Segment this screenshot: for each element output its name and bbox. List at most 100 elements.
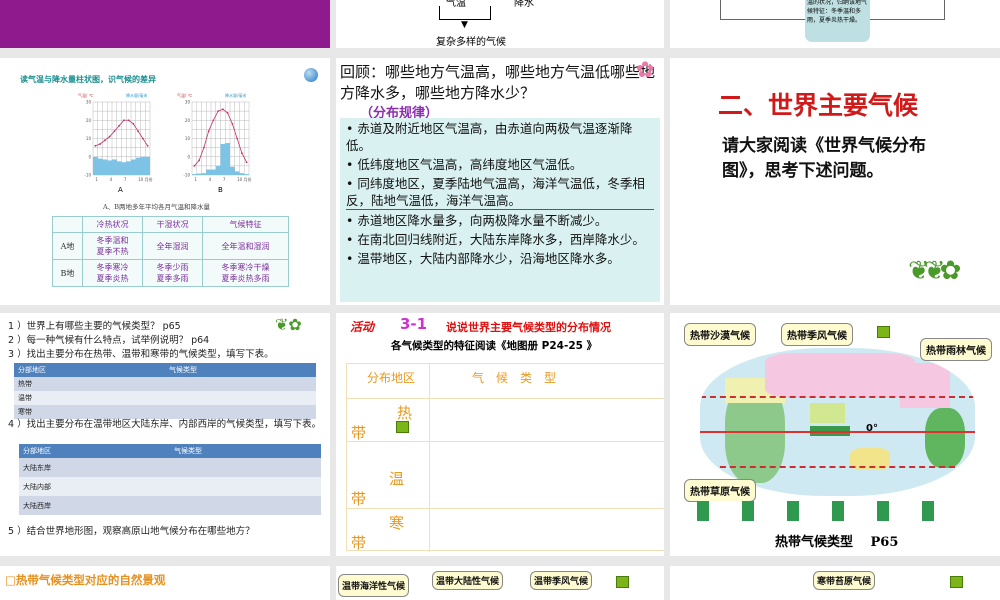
bullet: 在南北回归线附近，大陆东岸降水多，西岸降水少。	[346, 231, 654, 248]
temp-point	[207, 130, 210, 133]
temp-point	[118, 124, 121, 127]
zone-suffix: 带	[351, 424, 367, 442]
activity-title: 说说世界主要气候类型的分布情况	[446, 321, 611, 334]
slide-thumb-5[interactable]: 回顾：哪些地方气温高，哪些地方气温低哪些地方降水多，哪些地方降水少？ ✿ （分布…	[336, 58, 664, 305]
precip-bar	[220, 143, 226, 175]
row-head: B地	[52, 259, 83, 287]
tick-label: 10	[86, 136, 92, 141]
th: 气候类型	[169, 366, 197, 374]
x-tick-label: 10 月份	[138, 176, 152, 182]
slide-thumb-1[interactable]	[0, 0, 330, 48]
precip-bar	[196, 173, 202, 175]
bubble-continental: 温带大陆性气候	[432, 571, 504, 590]
question-2: 2 ）每一种气候有什么特点，试举例说明？ p64	[8, 335, 210, 346]
temp-point	[212, 119, 215, 122]
slide-thumb-10[interactable]: □热带气候类型对应的自然景观	[0, 566, 330, 600]
slide-title: □热带气候类型对应的自然景观	[5, 573, 166, 587]
chart-caption: A、B两地多年平均各月气温和降水量	[103, 203, 210, 211]
bubble-rainforest: 热带雨林气候	[920, 338, 992, 361]
temp-point	[221, 108, 224, 111]
th: 冷热状况	[81, 216, 144, 233]
slide-thumb-11[interactable]: 温带海洋性气候 温带大陆性气候 温带季风气候	[336, 566, 664, 600]
tick-label: 20	[86, 118, 92, 123]
precip-bar	[244, 174, 249, 175]
cell: 冬季寒冷干燥 夏季炎热多雨	[202, 259, 289, 287]
precip-bar	[239, 173, 245, 175]
bullet: 赤道及附近地区气温高，由赤道向两极气温逐渐降低。	[346, 120, 654, 154]
precip-bar	[225, 143, 230, 175]
tick-label: 0	[187, 154, 190, 159]
th: 气候类型	[174, 447, 202, 455]
temp-point	[137, 130, 140, 133]
slide-body: 请大家阅读《世界气候分布图》，思考下述问题。	[722, 136, 926, 181]
activity-table: 分布地区 气 候 类 型 热 带 温 带 寒 带	[346, 363, 664, 552]
tick-label: 0	[88, 154, 91, 159]
slide-thumb-4[interactable]: 读气温与降水量柱状图，识气候的差异 气温/ ℃ 降水量/毫米 -10 0 10 20 30 1…	[0, 58, 330, 305]
back-button[interactable]	[877, 326, 890, 338]
precip-bar	[102, 159, 108, 175]
axis-label-precip: 降水量/毫米	[225, 92, 246, 98]
bubble-desert: 热带沙漠气候	[684, 323, 756, 346]
bubble-savanna: 热带草原气候	[684, 479, 756, 502]
cell: 冬季温和 夏季不热	[81, 232, 144, 260]
temp-point	[240, 152, 243, 154]
play-button[interactable]	[396, 421, 409, 433]
arrow-down-icon: ▼	[461, 20, 468, 30]
cell: 大陆西岸	[23, 501, 51, 510]
slide-thumb-12[interactable]: 寒带苔原气候	[670, 566, 1000, 600]
activity-tag: 活动	[350, 320, 375, 334]
precip-bar	[131, 159, 136, 175]
precip-bar	[211, 169, 216, 175]
slide-thumb-7[interactable]: 1 ）世界上有哪些主要的气候类型？ p65 2 ）每一种气候有什么特点，试举例说…	[0, 313, 330, 556]
comparison-table: 冷热状况 干湿状况 气候特征 A地 冬季温和 夏季不热 全年湿润 全年温和湿润 B地 冬季寒…	[52, 216, 289, 287]
cell: 温带	[18, 394, 32, 402]
question-1: 1 ）世界上有哪些主要的气候类型？ p65	[8, 321, 181, 332]
tick-label: -10	[84, 173, 91, 178]
x-tick-label: 4	[110, 177, 113, 182]
precip-bar	[206, 169, 211, 175]
precip-bar	[230, 166, 235, 175]
globe-icon	[304, 68, 318, 82]
zone-suffix: 带	[351, 490, 367, 508]
map-caption: 热带气候类型 P65	[775, 535, 899, 550]
flower-icon: ✿	[636, 58, 655, 83]
bubble-tundra: 寒带苔原气候	[813, 571, 876, 590]
world-climate-map	[700, 348, 975, 496]
bullet: 低纬度地区气温高，高纬度地区气温低。	[346, 156, 654, 173]
bullet: 温带地区，大陆内部降水少，沿海地区降水多。	[346, 250, 654, 267]
temp-point	[99, 143, 102, 145]
back-button[interactable]	[950, 576, 963, 588]
th: 干湿状况	[142, 216, 204, 233]
temp-point	[113, 130, 116, 133]
temp-point	[217, 110, 220, 113]
col-header-region: 分布地区	[367, 371, 416, 385]
tick-label: 30	[185, 100, 191, 105]
row-head: A地	[52, 232, 83, 260]
slide-thumb-9[interactable]: 0° 热带沙漠气候 热带季风气候 热带雨林气候 热带草原气候 热带气候类型 P6…	[670, 313, 1000, 556]
temp-point	[103, 139, 106, 142]
slide-thumb-3[interactable]: 温的状况，归纳该地气候特征：冬季温和多雨，夏季炎热干燥。	[670, 0, 1000, 48]
activity-number: 3-1	[400, 315, 428, 333]
axis-label-temp: 气温/ ℃	[177, 92, 193, 98]
precip-bar	[116, 161, 122, 175]
coast-table: 分部地区 气候类型 大陆东岸 大陆内部 大陆西岸	[19, 444, 321, 515]
cell: 大陆内部	[23, 482, 51, 491]
temp-point	[231, 123, 234, 125]
th: 分部地区	[23, 447, 51, 455]
slide-thumb-6[interactable]: 二、世界主要气候 请大家阅读《世界气候分布图》，思考下述问题。 ❦❦✿	[670, 58, 1000, 305]
temp-point	[193, 164, 196, 167]
precip-bar	[97, 158, 103, 175]
question-4: 4 ）找出主要分布在温带地区大陆东岸、内部西岸的气候类型，填写下表。	[8, 419, 322, 430]
temp-point	[202, 146, 205, 149]
precip-bar	[140, 156, 146, 175]
x-tick-label: 1	[95, 177, 98, 182]
slide-thumb-2[interactable]: 气温 降水 ▼ 复杂多样的气候	[336, 0, 664, 48]
precip-bar	[201, 173, 207, 175]
question-3: 3 ）找出主要分布在热带、温带和寒带的气候类型，填写下表。	[8, 349, 274, 360]
vine-decoration-icon: ❦❦✿	[908, 256, 961, 286]
review-title: 回顾：哪些地方气温高，哪些地方气温低哪些地方降水多，哪些地方降水少？	[340, 63, 656, 102]
bullet: 同纬度地区，夏季陆地气温高，海洋气温低，冬季相反，陆地气温低，海洋气温高。	[346, 175, 654, 210]
precip-bar	[215, 165, 221, 175]
back-button[interactable]	[616, 576, 629, 588]
slide-thumb-8[interactable]: 活动 3-1 说说世界主要气候类型的分布情况 各气候类型的特征阅读《地图册 P2…	[336, 313, 664, 556]
